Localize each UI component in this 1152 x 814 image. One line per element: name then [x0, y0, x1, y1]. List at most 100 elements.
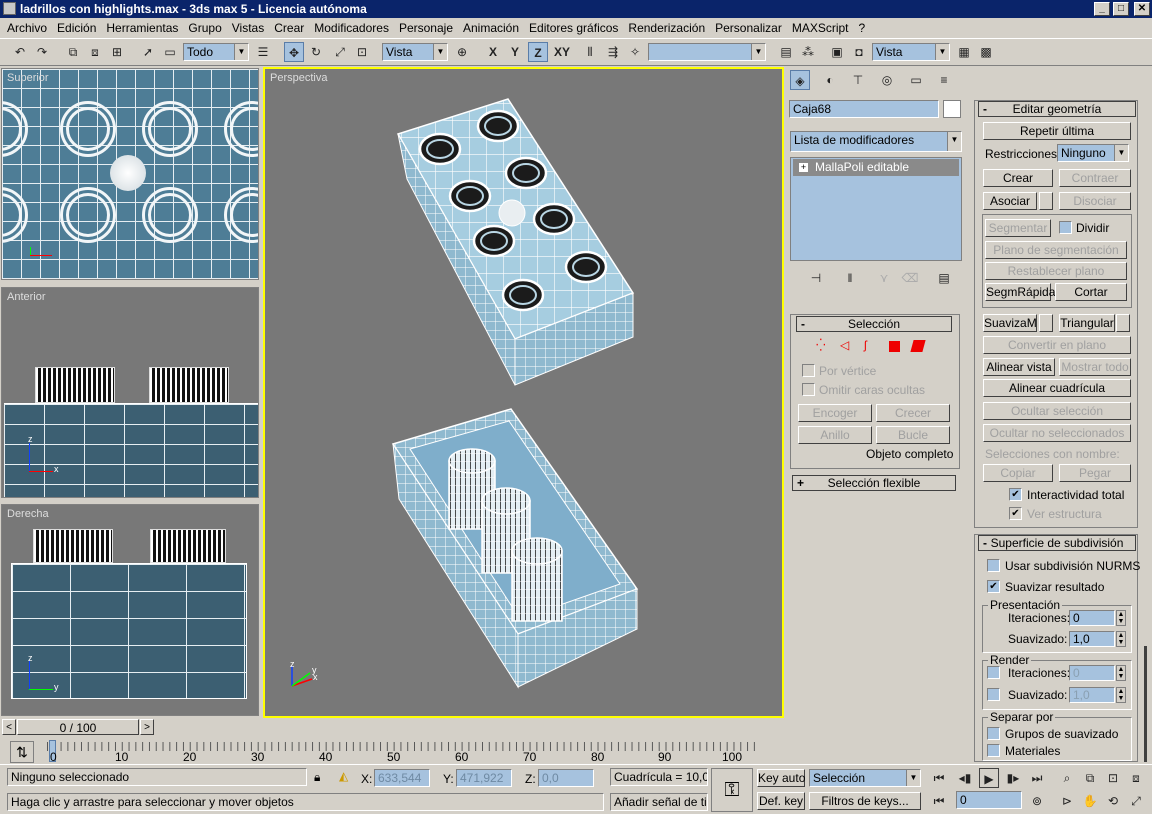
key-mode-dropdown[interactable]: Selección ▼: [809, 769, 921, 787]
menu-editores-graficos[interactable]: Editores gráficos: [524, 21, 623, 35]
menu-modificadores[interactable]: Modificadores: [309, 21, 394, 35]
field-of-view-icon[interactable]: ⊳: [1057, 791, 1077, 811]
time-config-icon[interactable]: ⊚: [1027, 791, 1047, 811]
menu-edicion[interactable]: Edición: [52, 21, 101, 35]
minimize-button[interactable]: _: [1094, 2, 1110, 16]
render-scene-icon[interactable]: ▣: [827, 42, 847, 62]
align-icon[interactable]: ⇶: [603, 42, 623, 62]
object-color-swatch[interactable]: [943, 100, 961, 118]
selection-rollout-header[interactable]: - Selección: [796, 316, 952, 332]
viewport-right[interactable]: Derecha z y: [1, 504, 259, 716]
split-checkbox[interactable]: [1059, 221, 1072, 234]
scale-icon[interactable]: ⤢: [330, 42, 350, 62]
app-icon[interactable]: [3, 2, 16, 15]
display-tab-icon[interactable]: ▭: [906, 70, 926, 90]
soft-selection-rollout-header[interactable]: + Selección flexible: [792, 475, 956, 491]
zoom-icon[interactable]: ⌕: [1057, 768, 1077, 788]
create-button[interactable]: Crear: [983, 169, 1053, 187]
select-object-icon[interactable]: ➚: [138, 42, 158, 62]
viewport-label-front[interactable]: Anterior: [7, 291, 46, 303]
select-by-name-icon[interactable]: ☰: [253, 42, 273, 62]
modify-tab-icon[interactable]: ◐: [820, 70, 840, 90]
ring-button[interactable]: Anillo: [798, 426, 872, 444]
menu-animacion[interactable]: Animación: [458, 21, 524, 35]
key-auto-button[interactable]: Key auto: [757, 769, 805, 787]
show-end-result-icon[interactable]: ‖: [840, 268, 860, 288]
next-frame-icon[interactable]: ▮▸: [1003, 768, 1023, 788]
configure-sets-icon[interactable]: ▤: [934, 268, 954, 288]
loop-button[interactable]: Bucle: [876, 426, 950, 444]
materials-checkbox[interactable]: [987, 744, 1000, 757]
pivot-icon[interactable]: ⊡: [352, 42, 372, 62]
show-cage-checkbox[interactable]: ✔: [1009, 507, 1022, 520]
time-slider-thumb[interactable]: 0 / 100: [17, 719, 139, 735]
menu-maxscript[interactable]: MAXScript: [787, 21, 854, 35]
unhide-all-button[interactable]: Mostrar todo: [1059, 358, 1131, 376]
goto-start-icon[interactable]: ⏮: [929, 768, 949, 788]
expand-icon[interactable]: +: [799, 163, 808, 172]
axis-y-button[interactable]: Y: [505, 42, 525, 62]
mini-curve-editor-icon[interactable]: ⇅: [10, 741, 34, 763]
ignore-backfacing-checkbox[interactable]: [802, 383, 815, 396]
render-smoothness-spinner[interactable]: 1,0: [1069, 687, 1115, 703]
menu-grupo[interactable]: Grupo: [183, 21, 226, 35]
key-mode-toggle-icon[interactable]: ⏮: [929, 791, 949, 811]
edit-geometry-header[interactable]: - Editar geometría: [978, 101, 1136, 117]
subdivision-header[interactable]: - Superficie de subdivisión: [978, 535, 1136, 551]
set-key-button[interactable]: Def. key: [757, 792, 805, 810]
viewport-label-top[interactable]: Superior: [7, 72, 49, 84]
hide-unselected-button[interactable]: Ocultar no seleccionados: [983, 424, 1131, 442]
time-prev-button[interactable]: <: [2, 719, 16, 735]
move-icon[interactable]: ✥: [284, 42, 304, 62]
spinner-arrows-icon[interactable]: ▲ ▼: [1116, 610, 1126, 626]
panel-scrollbar[interactable]: [1144, 646, 1147, 762]
object-name-field[interactable]: Caja68: [789, 100, 939, 118]
make-unique-icon[interactable]: ⋎: [874, 268, 894, 288]
vertex-icon[interactable]: ⁛: [816, 338, 826, 352]
menu-renderizacion[interactable]: Renderización: [623, 21, 710, 35]
maximize-viewport-icon[interactable]: ⤢: [1126, 791, 1146, 811]
z-coordinate-field[interactable]: 0,0: [538, 769, 594, 787]
render-view-dropdown[interactable]: Vista ▼: [872, 43, 950, 61]
smoothness-spinner[interactable]: 1,0: [1069, 631, 1115, 647]
edge-icon[interactable]: ◁: [840, 338, 849, 352]
menu-help[interactable]: ?: [854, 21, 871, 35]
grid-align-button[interactable]: Alinear cuadrícula: [983, 379, 1131, 397]
key-icon[interactable]: ⚿: [711, 768, 753, 812]
slice-plane-btn[interactable]: Plano de segmentación: [985, 241, 1127, 259]
render-smoothness-checkbox[interactable]: [987, 688, 1000, 701]
by-vertex-checkbox[interactable]: [802, 364, 815, 377]
menu-personalizar[interactable]: Personalizar: [710, 21, 787, 35]
quickslice-button[interactable]: SegmRápida: [985, 283, 1055, 301]
viewport-perspective[interactable]: Perspectiva z x y: [263, 67, 784, 718]
paste-button[interactable]: Pegar: [1059, 464, 1131, 482]
close-button[interactable]: ✕: [1134, 2, 1150, 16]
bind-space-warp-icon[interactable]: ⊞: [107, 42, 127, 62]
repeat-last-button[interactable]: Repetir última: [983, 122, 1131, 140]
constraints-dropdown[interactable]: Ninguno ▼: [1057, 144, 1129, 162]
modifier-list-dropdown[interactable]: Lista de modificadores ▼: [790, 131, 962, 152]
track-view-icon[interactable]: ▤: [776, 42, 796, 62]
unlink-icon[interactable]: ⧈: [85, 42, 105, 62]
copy-button[interactable]: Copiar: [983, 464, 1053, 482]
iterations-spinner[interactable]: 0: [1069, 610, 1115, 626]
play-icon[interactable]: ▶: [979, 768, 999, 788]
menu-herramientas[interactable]: Herramientas: [101, 21, 183, 35]
lock-icon[interactable]: 🔒︎: [314, 770, 320, 785]
pin-stack-icon[interactable]: ⊣: [806, 268, 826, 288]
use-nurms-checkbox[interactable]: [987, 559, 1000, 572]
reset-plane-button[interactable]: Restablecer plano: [985, 262, 1127, 280]
grow-button[interactable]: Crecer: [876, 404, 950, 422]
current-frame-field[interactable]: 0: [956, 791, 1022, 809]
redo-icon[interactable]: ↷: [32, 42, 52, 62]
viewport-label-right[interactable]: Derecha: [7, 508, 49, 520]
tessellate-button[interactable]: Triangular: [1059, 314, 1115, 332]
shrink-button[interactable]: Encoger: [798, 404, 872, 422]
menu-personaje[interactable]: Personaje: [394, 21, 458, 35]
schematic-view-icon[interactable]: ⁂: [798, 42, 818, 62]
quick-render-icon[interactable]: ◘: [849, 42, 869, 62]
place-highlight-icon[interactable]: ✧: [625, 42, 645, 62]
full-interactivity-checkbox[interactable]: ✔: [1009, 488, 1022, 501]
selection-filter-dropdown[interactable]: Todo ▼: [183, 43, 249, 61]
time-next-button[interactable]: >: [140, 719, 154, 735]
